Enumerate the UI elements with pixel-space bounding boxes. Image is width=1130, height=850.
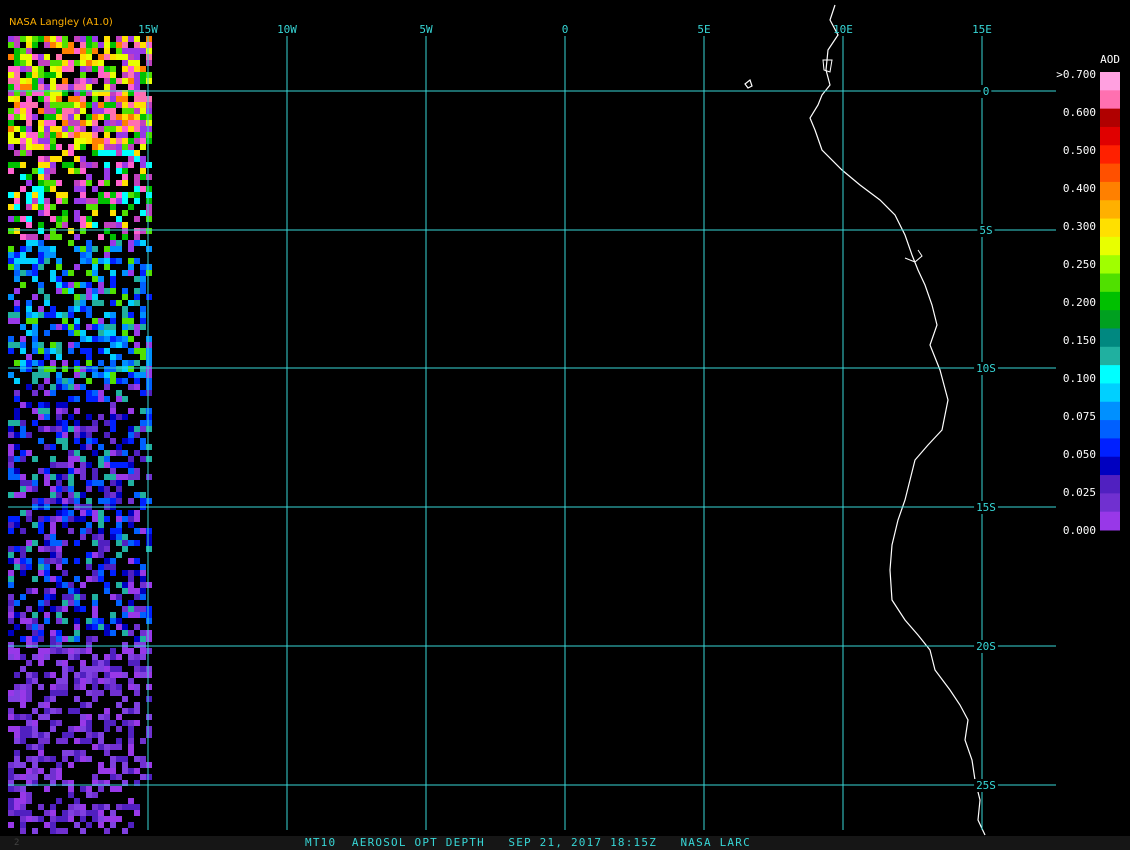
colorbar-swatch <box>1100 438 1120 458</box>
colorbar-tick-label: 0.400 <box>1063 182 1096 195</box>
longitude-label: 10W <box>277 23 297 36</box>
colorbar-tick-label: 0.100 <box>1063 372 1096 385</box>
longitude-label: 15E <box>972 23 992 36</box>
aod-data-swath <box>8 36 152 834</box>
colorbar-swatch <box>1100 310 1120 329</box>
colorbar-swatch <box>1100 511 1120 531</box>
longitude-label: 10E <box>833 23 853 36</box>
longitude-label: 15W <box>138 23 158 36</box>
latitude-label: 5S <box>979 224 992 237</box>
colorbar-tick-label: 0.050 <box>1063 448 1096 461</box>
colorbar: AOD >0.700 0.600 0.500 0.400 0.300 0.250 0.200 0… <box>1056 53 1120 537</box>
colorbar-swatch <box>1100 291 1120 311</box>
colorbar-swatch <box>1100 255 1120 275</box>
corner-mark: 2 <box>14 838 20 848</box>
longitude-label: 5W <box>419 23 433 36</box>
colorbar-swatch <box>1100 145 1120 165</box>
colorbar-swatch <box>1100 218 1120 238</box>
colorbar-title: AOD <box>1100 53 1120 66</box>
longitude-label: 5E <box>697 23 710 36</box>
colorbar-tick-label: 0.150 <box>1063 334 1096 347</box>
colorbar-swatch <box>1100 456 1120 476</box>
colorbar-swatch <box>1100 475 1120 494</box>
colorbar-tick-label: 0.200 <box>1063 296 1096 309</box>
colorbar-swatch <box>1100 328 1120 348</box>
colorbar-swatch <box>1100 401 1120 421</box>
graticule: 15W 10W 5W 0 5E 10E 15E 0 5S 10S 15S 20S 25S <box>8 23 1056 830</box>
caption-text: MT10 AEROSOL OPT DEPTH SEP 21, 2017 18:1… <box>305 836 751 849</box>
colorbar-tick-label: 0.250 <box>1063 258 1096 271</box>
colorbar-tick-label: 0.500 <box>1063 144 1096 157</box>
latitude-label: 0 <box>983 85 990 98</box>
colorbar-swatch <box>1100 365 1120 384</box>
colorbar-swatch <box>1100 383 1120 403</box>
colorbar-tick-label: >0.700 <box>1056 68 1096 81</box>
colorbar-swatch <box>1100 346 1120 366</box>
colorbar-tick-label: 0.000 <box>1063 524 1096 537</box>
colorbar-swatch <box>1100 181 1120 201</box>
colorbar-swatch <box>1100 90 1120 110</box>
colorbar-swatch <box>1100 108 1120 128</box>
colorbar-swatch <box>1100 236 1120 256</box>
colorbar-swatch <box>1100 72 1120 91</box>
colorbar-tick-label: 0.075 <box>1063 410 1096 423</box>
aod-map: 15W 10W 5W 0 5E 10E 15E 0 5S 10S 15S 20S 25S AOD >0.7… <box>8 4 1120 836</box>
latitude-label: 10S <box>976 362 996 375</box>
colorbar-swatch <box>1100 126 1120 146</box>
latitude-label: 20S <box>976 640 996 653</box>
colorbar-swatch <box>1100 163 1120 183</box>
latitude-label: 15S <box>976 501 996 514</box>
colorbar-swatch <box>1100 273 1120 293</box>
latitude-label: 25S <box>976 779 996 792</box>
colorbar-swatch <box>1100 200 1120 220</box>
colorbar-swatch <box>1100 420 1120 439</box>
longitude-label: 0 <box>562 23 569 36</box>
colorbar-tick-label: 0.025 <box>1063 486 1096 499</box>
colorbar-swatch <box>1100 493 1120 513</box>
colorbar-tick-label: 0.300 <box>1063 220 1096 233</box>
colorbar-tick-label: 0.600 <box>1063 106 1096 119</box>
coastline <box>744 4 986 836</box>
